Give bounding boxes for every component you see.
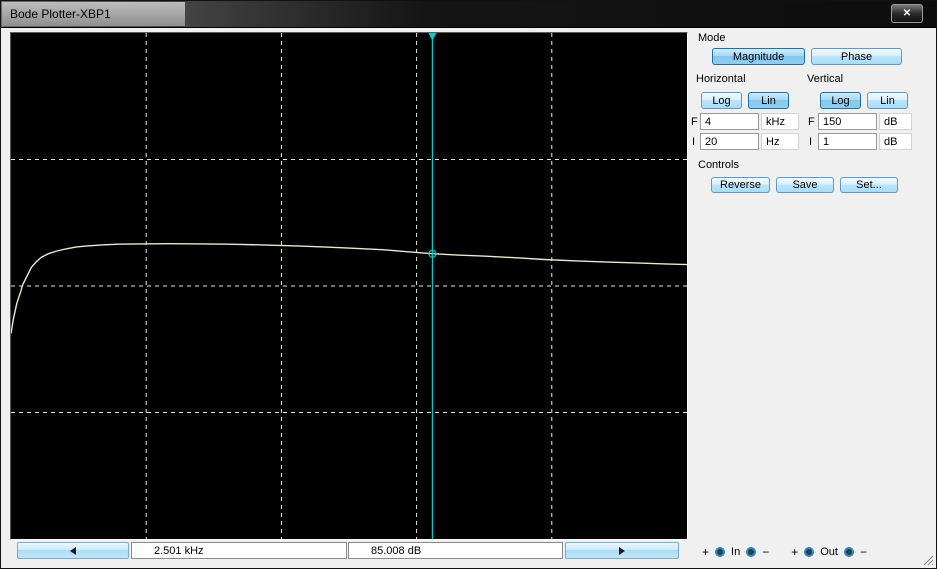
mode-phase-label: Phase: [841, 51, 872, 63]
in-minus-terminal-icon: [746, 547, 756, 557]
horizontal-lin-label: Lin: [761, 95, 776, 107]
vertical-log-button[interactable]: Log: [820, 92, 861, 109]
out-plus-label: +: [791, 545, 798, 559]
out-minus-terminal-icon: [844, 547, 854, 557]
magnitude-curve: [11, 244, 687, 334]
reverse-label: Reverse: [720, 179, 761, 191]
set-button[interactable]: Set...: [840, 177, 898, 193]
resize-grip-icon[interactable]: [921, 553, 934, 566]
in-label: In: [731, 546, 740, 558]
set-label: Set...: [856, 179, 882, 191]
vertical-i-label: I: [809, 136, 812, 148]
controls-group-label: Controls: [698, 159, 739, 171]
vertical-group-label: Vertical: [807, 73, 843, 85]
left-arrow-icon: [70, 547, 76, 555]
vertical-i-input[interactable]: 1: [818, 133, 877, 150]
mode-magnitude-button[interactable]: Magnitude: [712, 48, 805, 65]
horizontal-group-label: Horizontal: [696, 73, 746, 85]
frequency-readout: 2.501 kHz: [131, 542, 347, 559]
reverse-button[interactable]: Reverse: [711, 177, 770, 193]
gain-readout: 85.008 dB: [348, 542, 563, 559]
vertical-i-unit: dB: [879, 133, 912, 150]
horizontal-i-label: I: [692, 136, 695, 148]
horizontal-i-input[interactable]: 20: [700, 133, 759, 150]
in-minus-label: −: [762, 545, 769, 559]
vertical-f-label: F: [808, 116, 815, 128]
bode-plot: [11, 33, 687, 539]
save-button[interactable]: Save: [776, 177, 834, 193]
plot-grid: [11, 33, 687, 539]
horizontal-f-unit: kHz: [761, 113, 799, 130]
horizontal-log-button[interactable]: Log: [701, 92, 742, 109]
vertical-lin-label: Lin: [880, 95, 895, 107]
mode-magnitude-label: Magnitude: [733, 51, 784, 63]
window-title: Bode Plotter-XBP1: [10, 7, 111, 21]
scroll-right-button[interactable]: [565, 542, 679, 559]
close-icon: ✕: [903, 8, 911, 19]
cursor-handle-icon[interactable]: [428, 33, 436, 41]
vertical-log-label: Log: [831, 95, 849, 107]
vertical-f-input[interactable]: 150: [818, 113, 877, 130]
vertical-f-unit: dB: [879, 113, 912, 130]
horizontal-f-input[interactable]: 4: [700, 113, 759, 130]
mode-phase-button[interactable]: Phase: [811, 48, 902, 65]
terminal-indicators: + In − + Out −: [702, 543, 867, 561]
right-arrow-icon: [619, 547, 625, 555]
out-plus-terminal-icon: [804, 547, 814, 557]
close-button[interactable]: ✕: [891, 4, 923, 23]
in-plus-terminal-icon: [715, 547, 725, 557]
horizontal-lin-button[interactable]: Lin: [748, 92, 789, 109]
out-label: Out: [820, 546, 838, 558]
bode-plotter-window: Bode Plotter-XBP1 ✕ Mode Magnitude Phase…: [0, 0, 937, 569]
out-minus-label: −: [860, 545, 867, 559]
in-plus-label: +: [702, 545, 709, 559]
scroll-left-button[interactable]: [17, 542, 129, 559]
mode-group-label: Mode: [698, 32, 726, 44]
save-label: Save: [792, 179, 817, 191]
plot-area[interactable]: [10, 32, 688, 540]
horizontal-f-label: F: [691, 116, 698, 128]
horizontal-i-unit: Hz: [761, 133, 799, 150]
vertical-lin-button[interactable]: Lin: [867, 92, 908, 109]
horizontal-log-label: Log: [712, 95, 730, 107]
title-bar[interactable]: Bode Plotter-XBP1 ✕: [1, 1, 936, 28]
title-chip: Bode Plotter-XBP1: [2, 2, 185, 26]
